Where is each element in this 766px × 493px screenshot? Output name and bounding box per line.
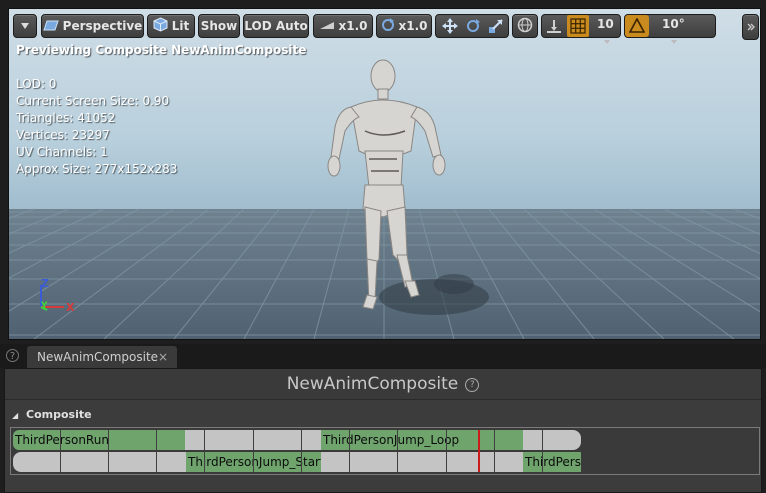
tick-divider — [542, 430, 543, 450]
viewport-options-button[interactable] — [13, 14, 37, 38]
tick-divider — [301, 452, 302, 472]
rotation-snap-toggle[interactable] — [625, 15, 649, 37]
composite-header: NewAnimComposite ? — [5, 369, 761, 400]
mannequin-character[interactable] — [309, 59, 499, 339]
document-tab-bar: ? NewAnimComposite × — [0, 344, 766, 368]
scale-tool-icon[interactable] — [488, 18, 504, 38]
chevron-down-icon — [671, 29, 677, 48]
segment-empty — [523, 430, 581, 450]
tick-divider — [542, 452, 543, 472]
segment-thirdpersonrun[interactable]: ThirdPersonRun — [13, 430, 185, 450]
tick-divider — [204, 430, 205, 450]
track-lane-2: ThirdPersonJump_Start ThirdPersonJump_En… — [11, 452, 759, 472]
tick-divider — [494, 452, 495, 472]
section-label: Composite — [26, 408, 92, 421]
playback-speed-button[interactable]: x1.0 — [313, 14, 373, 38]
transform-tools-group — [435, 14, 509, 38]
axis-y-label: Y — [41, 301, 48, 311]
tick-divider — [494, 430, 495, 450]
segment-label: ThirdPersonRun — [15, 433, 109, 447]
tick-divider — [253, 452, 254, 472]
segment-empty — [321, 452, 523, 472]
tick-divider — [446, 430, 447, 450]
tick-divider — [397, 452, 398, 472]
stat-uv-channels: UV Channels: 1 — [16, 145, 108, 159]
stat-vertices: Vertices: 23297 — [16, 128, 110, 142]
toolbar-overflow-button[interactable] — [742, 14, 759, 40]
tick-divider — [446, 452, 447, 472]
world-local-button[interactable] — [512, 14, 538, 38]
stat-approx-size: Approx Size: 277x152x283 — [16, 162, 178, 176]
tick-divider — [156, 452, 157, 472]
lit-label: Lit — [171, 19, 190, 33]
rotation-snap-group: 10° — [624, 14, 716, 44]
tick-divider — [301, 430, 302, 450]
perspective-label: Perspective — [62, 19, 143, 33]
track-lane-1: ThirdPersonRun ThirdPersonJump_Loop — [11, 430, 759, 450]
preview-title: Previewing Composite NewAnimComposite — [16, 43, 307, 57]
preview-viewport[interactable]: Perspective Lit Show LOD Auto x1.0 x1.0 — [8, 8, 761, 340]
grid-icon — [570, 18, 586, 38]
segment-thirdpersonjump-end[interactable]: ThirdPersonJump_End — [523, 452, 581, 472]
grid-snap-toggle[interactable] — [567, 15, 589, 37]
rotate-tool-icon[interactable] — [465, 18, 481, 38]
tick-divider — [156, 430, 157, 450]
lod-button[interactable]: LOD Auto — [243, 14, 309, 38]
lit-cube-icon — [153, 17, 168, 35]
stat-lod: LOD: 0 — [16, 77, 57, 91]
show-button[interactable]: Show — [198, 14, 240, 38]
double-chevron-right-icon — [747, 20, 755, 34]
playhead-marker[interactable] — [478, 430, 480, 472]
grid-snap-group: 10 — [541, 14, 621, 44]
tick-divider — [204, 452, 205, 472]
lod-label: LOD Auto — [244, 19, 308, 33]
tick-divider — [349, 430, 350, 450]
tick-divider — [349, 452, 350, 472]
composite-section-header[interactable]: ◢ Composite — [5, 405, 761, 425]
segment-label: ThirdPersonJump_Loop — [323, 433, 460, 447]
globe-icon — [517, 17, 533, 36]
ramp-icon — [319, 19, 335, 33]
viewport-toolbar: Perspective Lit Show LOD Auto x1.0 x1.0 — [13, 14, 759, 44]
tick-divider — [397, 430, 398, 450]
tick-divider — [108, 452, 109, 472]
composite-editor-panel: NewAnimComposite ? ◢ Composite ThirdPers… — [4, 368, 762, 493]
chevron-down-icon — [20, 19, 30, 33]
translate-icon[interactable] — [442, 18, 458, 38]
tick-divider — [108, 430, 109, 450]
lit-button[interactable]: Lit — [147, 14, 195, 38]
help-icon[interactable]: ? — [465, 377, 480, 392]
tab-label: NewAnimComposite — [37, 350, 159, 364]
perspective-button[interactable]: Perspective — [41, 14, 144, 38]
show-label: Show — [200, 19, 238, 33]
tick-divider — [60, 452, 61, 472]
axis-z-label: Z — [41, 277, 49, 290]
turntable-speed-button[interactable]: x1.0 — [376, 14, 432, 38]
playback-speed-label: x1.0 — [338, 19, 368, 33]
rotate-icon — [381, 17, 395, 35]
preview-stats-overlay: Previewing Composite NewAnimComposite LO… — [16, 42, 306, 178]
segment-thirdpersonjump-loop[interactable]: ThirdPersonJump_Loop — [321, 430, 523, 450]
composite-track[interactable]: ThirdPersonRun ThirdPersonJump_Loop Thir… — [10, 427, 760, 475]
close-icon[interactable]: × — [158, 346, 168, 368]
help-icon[interactable]: ? — [6, 349, 19, 362]
segment-empty — [13, 452, 186, 472]
surface-snap-icon[interactable] — [545, 18, 563, 38]
axis-x-label: X — [66, 301, 75, 314]
tab-newanimcomposite[interactable]: NewAnimComposite × — [27, 346, 177, 368]
collapse-arrow-icon: ◢ — [12, 411, 19, 420]
tick-divider — [60, 430, 61, 450]
segment-label: ThirdPersonJump_End — [525, 455, 581, 469]
stat-triangles: Triangles: 41052 — [16, 111, 116, 125]
tick-divider — [253, 430, 254, 450]
angle-icon — [628, 17, 646, 38]
turntable-speed-label: x1.0 — [398, 19, 428, 33]
composite-title: NewAnimComposite — [286, 374, 459, 394]
chevron-down-icon — [604, 29, 610, 48]
perspective-icon — [42, 19, 59, 34]
stat-screen-size: Current Screen Size: 0.90 — [16, 94, 170, 108]
